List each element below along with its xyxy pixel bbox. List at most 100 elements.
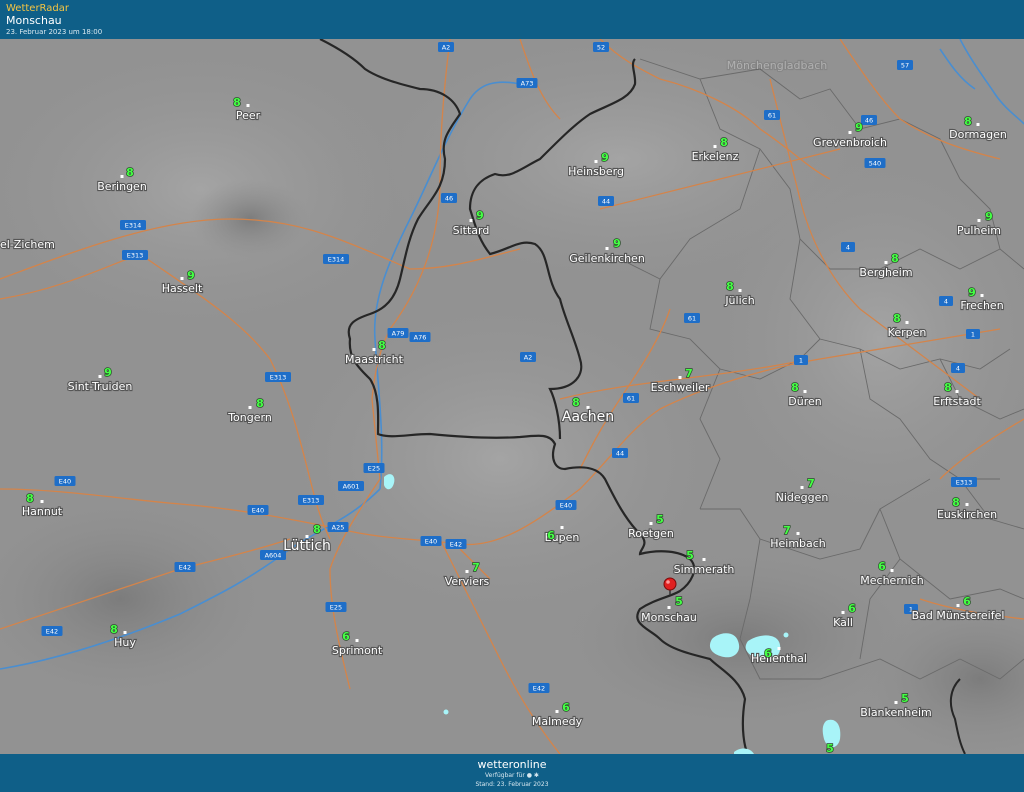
temperature-value: 8	[233, 96, 241, 109]
road-shield-label: E25	[368, 465, 380, 473]
road-shield: A76	[409, 332, 431, 342]
temperature-value: 8	[720, 136, 728, 149]
place-dot	[594, 160, 598, 163]
temperature-value: 9	[985, 210, 993, 223]
marker-pin-head[interactable]	[663, 577, 677, 591]
place-name: Peer	[236, 109, 261, 122]
temperature-value: 5	[826, 742, 834, 754]
footer-logo[interactable]: wetteronline	[0, 758, 1024, 771]
place-dot	[905, 321, 909, 324]
place-name: Dormagen	[949, 128, 1007, 141]
place-dot	[884, 261, 888, 264]
place-dot	[355, 639, 359, 642]
place-name: Sint-Truiden	[68, 380, 133, 393]
temperature-value: 9	[601, 151, 609, 164]
road-shield-label: 61	[688, 315, 696, 323]
apple-icon: ●	[526, 772, 532, 779]
place-dot	[120, 175, 124, 178]
android-icon: ✱	[533, 772, 539, 779]
place-name: Düren	[788, 395, 821, 408]
road-shield-label: A25	[332, 524, 345, 532]
temperature-value: 8	[572, 396, 580, 409]
brand-title: WetterRadar	[6, 3, 70, 14]
road-shield: 61	[684, 313, 700, 323]
place-el-zichem[interactable]: el-Zichem	[0, 237, 56, 252]
place-name: Euskirchen	[937, 508, 997, 521]
road-shield-label: A2	[442, 44, 451, 52]
road-shield-label: E40	[59, 478, 71, 486]
road-shield-label: A79	[392, 330, 405, 338]
road-shield: 1	[966, 329, 980, 339]
precip-cell	[443, 709, 449, 715]
temperature-value: 8	[944, 381, 952, 394]
road-shield: A79	[387, 328, 409, 338]
place-name: Bergheim	[859, 266, 912, 279]
place-dot	[848, 131, 852, 134]
road-shield-label: E25	[330, 604, 342, 612]
place-name: Mechernich	[860, 574, 923, 587]
radar-map[interactable]: A2 A73 52 57 61 46 540 E314 E313 A79 A76 A2 46 44 61 4 4…	[0, 39, 1024, 754]
road-shield: 46	[861, 115, 877, 125]
road-shield-label: E313	[956, 479, 973, 487]
road-shield-label: E42	[450, 541, 462, 549]
place-name: Tongern	[227, 411, 272, 424]
road-shield-label: 46	[865, 117, 873, 125]
road-shield: E25	[363, 463, 385, 473]
road-shield: 57	[897, 60, 913, 70]
temperature-value: 8	[964, 115, 972, 128]
temperature-value: 6	[547, 529, 555, 542]
road-shield-label: E42	[179, 564, 191, 572]
road-shield-label: 540	[869, 160, 881, 168]
road-shield: E313	[298, 495, 324, 505]
road-shield: E40	[420, 536, 442, 546]
place-dot	[465, 570, 469, 573]
place-dot	[605, 247, 609, 250]
place-name: Pulheim	[957, 224, 1001, 237]
place-dot	[777, 647, 781, 650]
temperature-value: 8	[791, 381, 799, 394]
place-dot	[560, 526, 564, 529]
road-shield-label: 61	[627, 395, 635, 403]
place-dot	[40, 500, 44, 503]
place-name: Simmerath	[674, 563, 735, 576]
place-name: Eschweiler	[651, 381, 710, 394]
place-name: Blankenheim	[860, 706, 932, 719]
place-mönchengladbach[interactable]: Mönchengladbach	[726, 58, 829, 73]
place-name: Mönchengladbach	[727, 59, 827, 72]
road-shield-label: A601	[343, 483, 360, 491]
footer-stand: Stand: 23. Februar 2023	[475, 781, 549, 788]
temperature-value: 8	[256, 397, 264, 410]
place-name: Erftstadt	[933, 395, 981, 408]
place-name: Hellenthal	[751, 652, 807, 665]
place-name: Frechen	[960, 299, 1003, 312]
header-bar: WetterRadar Monschau 23. Februar 2023 um…	[0, 0, 1024, 39]
place-name: Maastricht	[345, 353, 404, 366]
road-shield-label: E42	[533, 685, 545, 693]
road-shield-label: 46	[445, 195, 453, 203]
temperature-value: 5	[675, 595, 683, 608]
road-shield: E42	[528, 683, 550, 693]
place-dot	[841, 611, 845, 614]
place-dot	[796, 532, 800, 535]
road-shield-label: E40	[252, 507, 264, 515]
road-shield-label: 57	[901, 62, 909, 70]
place-dot	[555, 710, 559, 713]
place-dot	[469, 219, 473, 222]
road-shield: 540	[864, 158, 886, 168]
road-shield-label: 1	[971, 331, 975, 339]
place-dot	[738, 289, 742, 292]
road-shield-label: 44	[616, 450, 624, 458]
road-shield: A73	[516, 78, 538, 88]
road-shield-label: E40	[560, 502, 572, 510]
road-shield-label: 4	[846, 244, 850, 252]
road-shield: E40	[247, 505, 269, 515]
temperature-value: 6	[342, 630, 350, 643]
temperature-value: 5	[901, 692, 909, 705]
temperature-value: 6	[764, 647, 772, 660]
place-name: Sprimont	[332, 644, 383, 657]
map-svg[interactable]: A2A7352576146540E314E313A79 A76A246 446144…	[0, 39, 1024, 754]
road-shield: 1	[794, 355, 808, 365]
road-shield: 61	[764, 110, 780, 120]
road-shield: 4	[939, 296, 953, 306]
temperature-value: 8	[893, 312, 901, 325]
